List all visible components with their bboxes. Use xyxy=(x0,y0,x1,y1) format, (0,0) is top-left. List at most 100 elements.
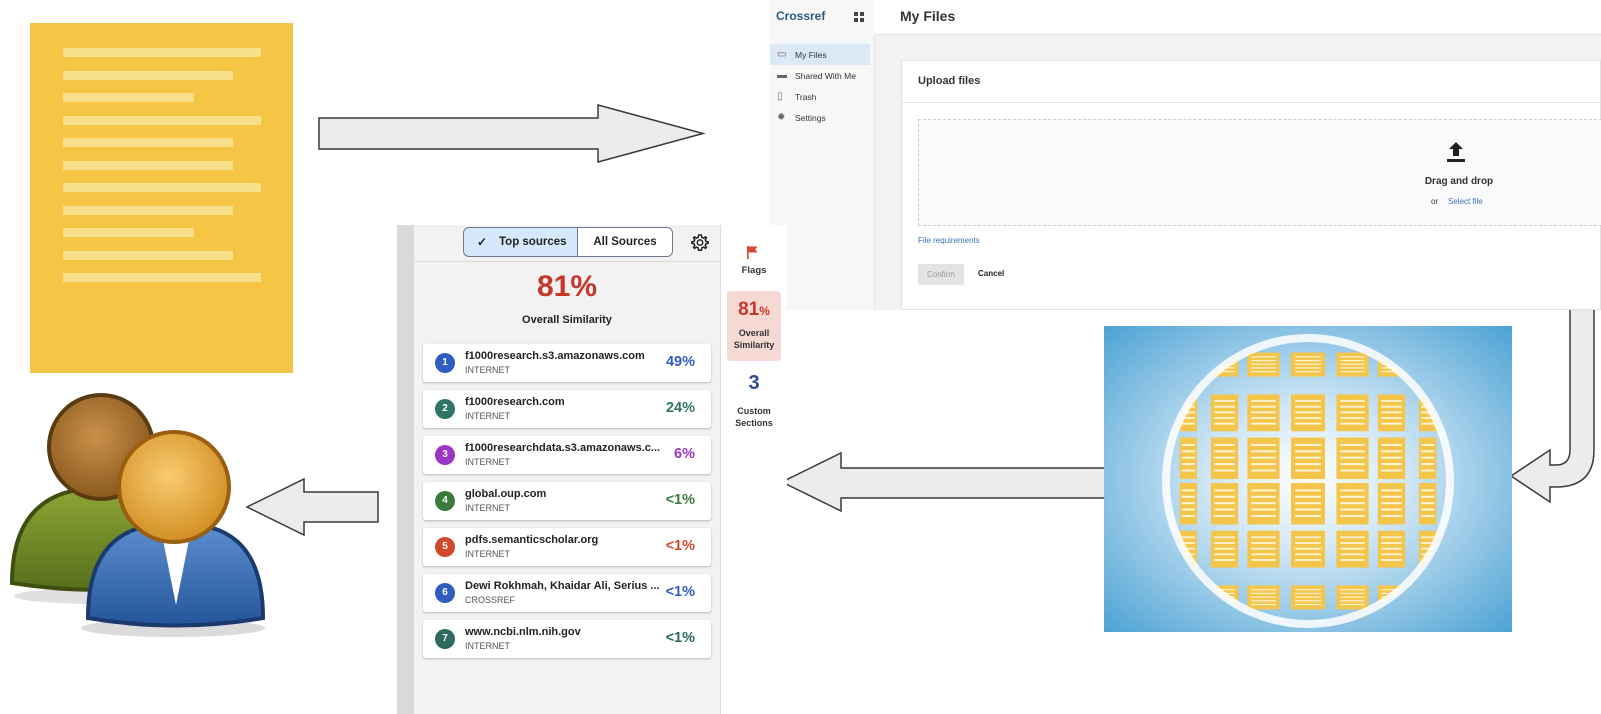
sidebar-item-settings[interactable]: ✹ Settings xyxy=(770,107,870,128)
file-requirements-link[interactable]: File requirements xyxy=(918,236,980,245)
source-row[interactable]: 3 f1000researchdata.s3.amazonaws.c... INTE… xyxy=(423,436,711,474)
globe-tile-line xyxy=(1340,508,1365,511)
globe-tile-line xyxy=(1381,542,1402,544)
sidebar-item-trash[interactable]: ▯ Trash xyxy=(770,86,870,107)
tab-top-sources[interactable]: ✓ Top sources xyxy=(463,227,578,257)
globe-tile-line xyxy=(1214,417,1235,419)
globe-tile-line xyxy=(1295,553,1321,556)
globe-tile-line xyxy=(1340,596,1365,598)
arrow-right-to-upload xyxy=(318,104,706,163)
tab-all-sources[interactable]: All Sources xyxy=(577,227,673,257)
source-row[interactable]: 7 www.ncbi.nlm.nih.gov INTERNET <1% xyxy=(423,620,711,658)
globe-tile-line xyxy=(1340,469,1365,472)
globe-tile-line xyxy=(1340,400,1365,402)
globe-tile-line xyxy=(1381,456,1402,459)
globe-tile-line xyxy=(1181,463,1195,466)
globe-tile-line xyxy=(1251,417,1276,419)
globe-tile-line xyxy=(1214,536,1235,539)
source-name[interactable]: pdfs.semanticscholar.org xyxy=(465,534,663,546)
globe-tile-line xyxy=(1251,536,1276,539)
source-type: INTERNET xyxy=(465,549,510,559)
globe-tile-line xyxy=(1340,589,1365,591)
globe-tile-line xyxy=(1421,514,1435,517)
globe-tile-line xyxy=(1214,463,1235,466)
source-number-badge: 1 xyxy=(435,353,455,373)
drop-zone[interactable]: Drag and drop or Select file xyxy=(918,119,1601,226)
cancel-button[interactable]: Cancel xyxy=(978,269,1004,278)
globe-tile-line xyxy=(1381,553,1402,556)
globe-tile-line xyxy=(1340,536,1365,539)
globe-tile-line xyxy=(1340,489,1365,492)
globe-tile-line xyxy=(1295,469,1321,472)
globe-tile-line xyxy=(1214,450,1235,453)
confirm-button[interactable]: Confirm xyxy=(918,264,964,285)
source-number-badge: 3 xyxy=(435,445,455,465)
globe-tile-line xyxy=(1251,363,1276,365)
source-percent: <1% xyxy=(665,584,695,600)
source-row[interactable]: 4 global.oup.com INTERNET <1% xyxy=(423,482,711,520)
document-icon xyxy=(30,23,293,373)
page-title: My Files xyxy=(900,8,956,24)
globe-tile-line xyxy=(1340,502,1365,505)
select-file-link[interactable]: Select file xyxy=(1448,197,1483,206)
custom-sections-count[interactable]: 3 xyxy=(721,372,787,395)
globe-tile-line xyxy=(1381,450,1402,453)
arrow-left-to-report xyxy=(780,451,1110,513)
source-name[interactable]: f1000research.s3.amazonaws.com xyxy=(465,350,663,362)
gear-icon[interactable] xyxy=(691,234,709,252)
source-row[interactable]: 1 f1000research.s3.amazonaws.com INTERNET 4… xyxy=(423,344,711,382)
globe-tile-line xyxy=(1181,469,1195,472)
globe-tile-line xyxy=(1251,502,1276,505)
globe-tile-line xyxy=(1181,536,1195,539)
custom-sections-label[interactable]: Custom Sections xyxy=(721,405,787,429)
globe-tile-line xyxy=(1214,547,1235,550)
globe-tile-line xyxy=(1181,450,1195,453)
globe-tile-line xyxy=(1340,450,1365,453)
globe-tile-line xyxy=(1251,596,1276,598)
document-text-line xyxy=(63,250,233,260)
globe-tile-line xyxy=(1251,600,1276,602)
document-text-line xyxy=(63,205,233,215)
source-type: INTERNET xyxy=(465,411,510,421)
sidebar-item-shared[interactable]: ▬ Shared With Me xyxy=(770,65,870,86)
globe-tile-line xyxy=(1295,450,1321,453)
apps-grid-icon[interactable] xyxy=(854,12,864,22)
rail-overall-similarity[interactable]: 81% Overall Similarity xyxy=(727,291,781,361)
globe-tile-line xyxy=(1381,463,1402,466)
source-row[interactable]: 5 pdfs.semanticscholar.org INTERNET <1% xyxy=(423,528,711,566)
globe-tile-line xyxy=(1340,514,1365,517)
similarity-report-panel: ✓ Top sources All Sources 81% Overall Si… xyxy=(397,225,787,714)
flags-label[interactable]: Flags xyxy=(721,265,787,276)
globe-tile-line xyxy=(1214,456,1235,459)
globe-tile-line xyxy=(1251,443,1276,447)
source-percent: 49% xyxy=(665,354,695,370)
source-name[interactable]: f1000research.com xyxy=(465,396,663,408)
globe-tile-line xyxy=(1251,356,1276,358)
source-name[interactable]: Dewi Rokhmah, Khaidar Ali, Serius ... xyxy=(465,580,663,592)
globe-tile-line xyxy=(1295,417,1321,419)
globe-tile-line xyxy=(1340,443,1365,447)
globe-tile-line xyxy=(1381,508,1402,511)
globe-tile-line xyxy=(1214,495,1235,498)
globe-tile-line xyxy=(1295,542,1321,544)
globe-tile-line xyxy=(1381,559,1402,561)
source-row[interactable]: 6 Dewi Rokhmah, Khaidar Ali, Serius ... CR… xyxy=(423,574,711,612)
document-text-line xyxy=(63,160,233,170)
source-name[interactable]: f1000researchdata.s3.amazonaws.c... xyxy=(465,442,663,454)
source-name[interactable]: global.oup.com xyxy=(465,488,663,500)
flag-icon[interactable] xyxy=(745,245,759,259)
globe-tile-line xyxy=(1251,359,1276,362)
source-name[interactable]: www.ncbi.nlm.nih.gov xyxy=(465,626,663,638)
globe-tile-line xyxy=(1214,422,1235,425)
source-row[interactable]: 2 f1000research.com INTERNET 24% xyxy=(423,390,711,428)
globe-tile-line xyxy=(1340,559,1365,561)
globe-tile-line xyxy=(1295,400,1321,402)
sidebar-item-my-files[interactable]: ▭ My Files xyxy=(770,44,870,65)
percent-sign: % xyxy=(759,304,770,318)
source-type: INTERNET xyxy=(465,457,510,467)
globe-tile-line xyxy=(1340,356,1365,358)
globe-tile-line xyxy=(1295,589,1321,591)
shared-icon: ▬ xyxy=(777,70,787,81)
globe-tile-line xyxy=(1340,495,1365,498)
globe-tile-line xyxy=(1340,411,1365,414)
